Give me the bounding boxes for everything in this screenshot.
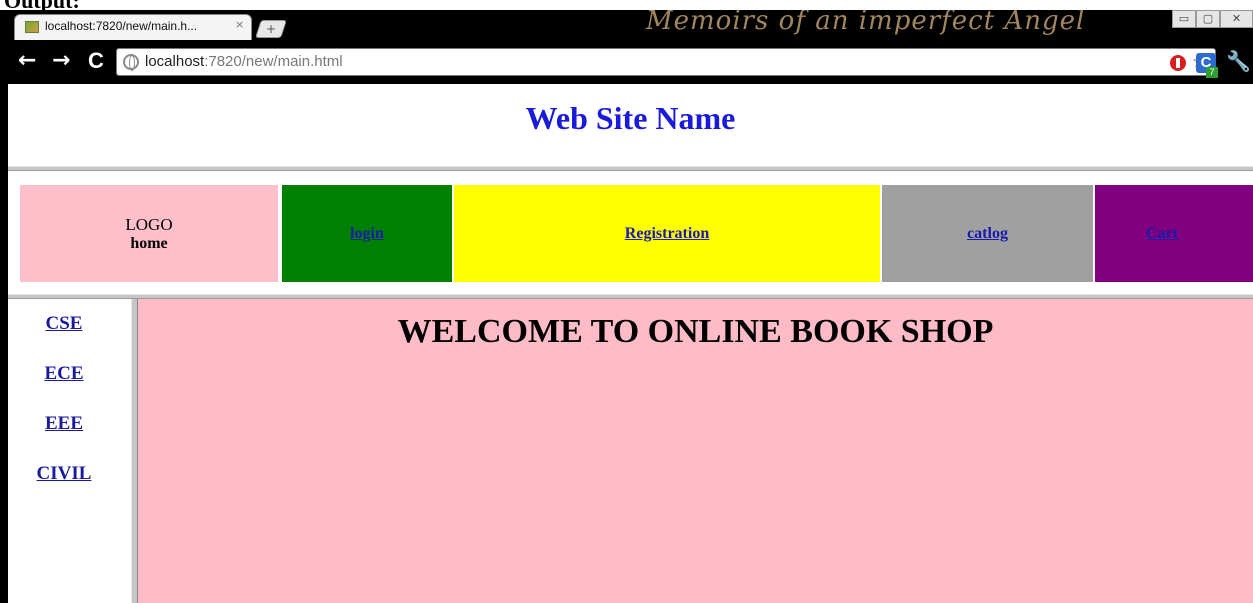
wrench-menu-icon[interactable]: 🔧 — [1226, 49, 1251, 73]
login-link[interactable]: login — [350, 225, 384, 243]
url-text: localhost:7820/new/main.html — [145, 53, 343, 70]
stop-extension-icon[interactable] — [1168, 53, 1188, 73]
window-left-border — [0, 84, 8, 603]
logo-cell: LOGO home — [20, 185, 278, 282]
registration-link[interactable]: Registration — [625, 225, 709, 243]
browser-tab[interactable]: localhost:7820/new/main.h... × — [14, 14, 252, 40]
welcome-heading: WELCOME TO ONLINE BOOK SHOP — [397, 313, 994, 350]
plus-icon: + — [265, 22, 277, 36]
department-frame: CSE ECE EEE CIVIL — [8, 299, 131, 603]
tab-close-icon[interactable]: × — [235, 18, 244, 31]
browser-toolbar: ← → C localhost:7820/new/main.html ☆ C 7… — [0, 40, 1253, 84]
cart-link[interactable]: Cart — [1146, 225, 1178, 243]
theme-artwork-text: Memoirs of an imperfect Angel — [646, 10, 1086, 36]
dept-link-civil[interactable]: CIVIL — [8, 463, 120, 485]
address-bar[interactable]: localhost:7820/new/main.html ☆ — [116, 48, 1216, 76]
logo-label: LOGO — [125, 214, 173, 234]
dept-link-cse[interactable]: CSE — [8, 313, 120, 335]
new-tab-button[interactable]: + — [255, 20, 287, 38]
url-path: :7820/new/main.html — [204, 53, 343, 70]
home-label: home — [130, 234, 168, 252]
minimize-button[interactable]: ▭ — [1172, 10, 1196, 28]
back-arrow-icon[interactable]: ← — [18, 48, 36, 73]
cart-cell: Cart — [1095, 185, 1253, 282]
forward-arrow-icon[interactable]: → — [52, 48, 70, 73]
login-cell: login — [282, 185, 452, 282]
header-frame: Web Site Name — [8, 84, 1253, 166]
favicon-icon — [25, 21, 39, 33]
close-window-button[interactable]: ✕ — [1220, 10, 1253, 28]
extension-badge: 7 — [1206, 67, 1218, 78]
maximize-button[interactable]: ▢ — [1196, 10, 1220, 28]
tab-title: localhost:7820/new/main.h... — [45, 19, 198, 33]
frame-divider-vertical[interactable] — [131, 299, 138, 603]
reload-icon[interactable]: C — [88, 48, 104, 74]
site-name-heading: Web Site Name — [525, 100, 736, 136]
dept-link-eee[interactable]: EEE — [8, 413, 120, 435]
globe-icon — [123, 54, 139, 71]
dept-link-ece[interactable]: ECE — [8, 363, 120, 385]
catlog-cell: catlog — [882, 185, 1093, 282]
url-host: localhost — [145, 53, 205, 70]
main-content-frame: WELCOME TO ONLINE BOOK SHOP — [138, 299, 1253, 603]
catlog-link[interactable]: catlog — [967, 225, 1008, 243]
registration-cell: Registration — [454, 185, 880, 282]
browser-titlebar: localhost:7820/new/main.h... × + Memoirs… — [0, 10, 1253, 40]
nav-frame: LOGO home login Registration catlog Cart — [8, 171, 1253, 295]
